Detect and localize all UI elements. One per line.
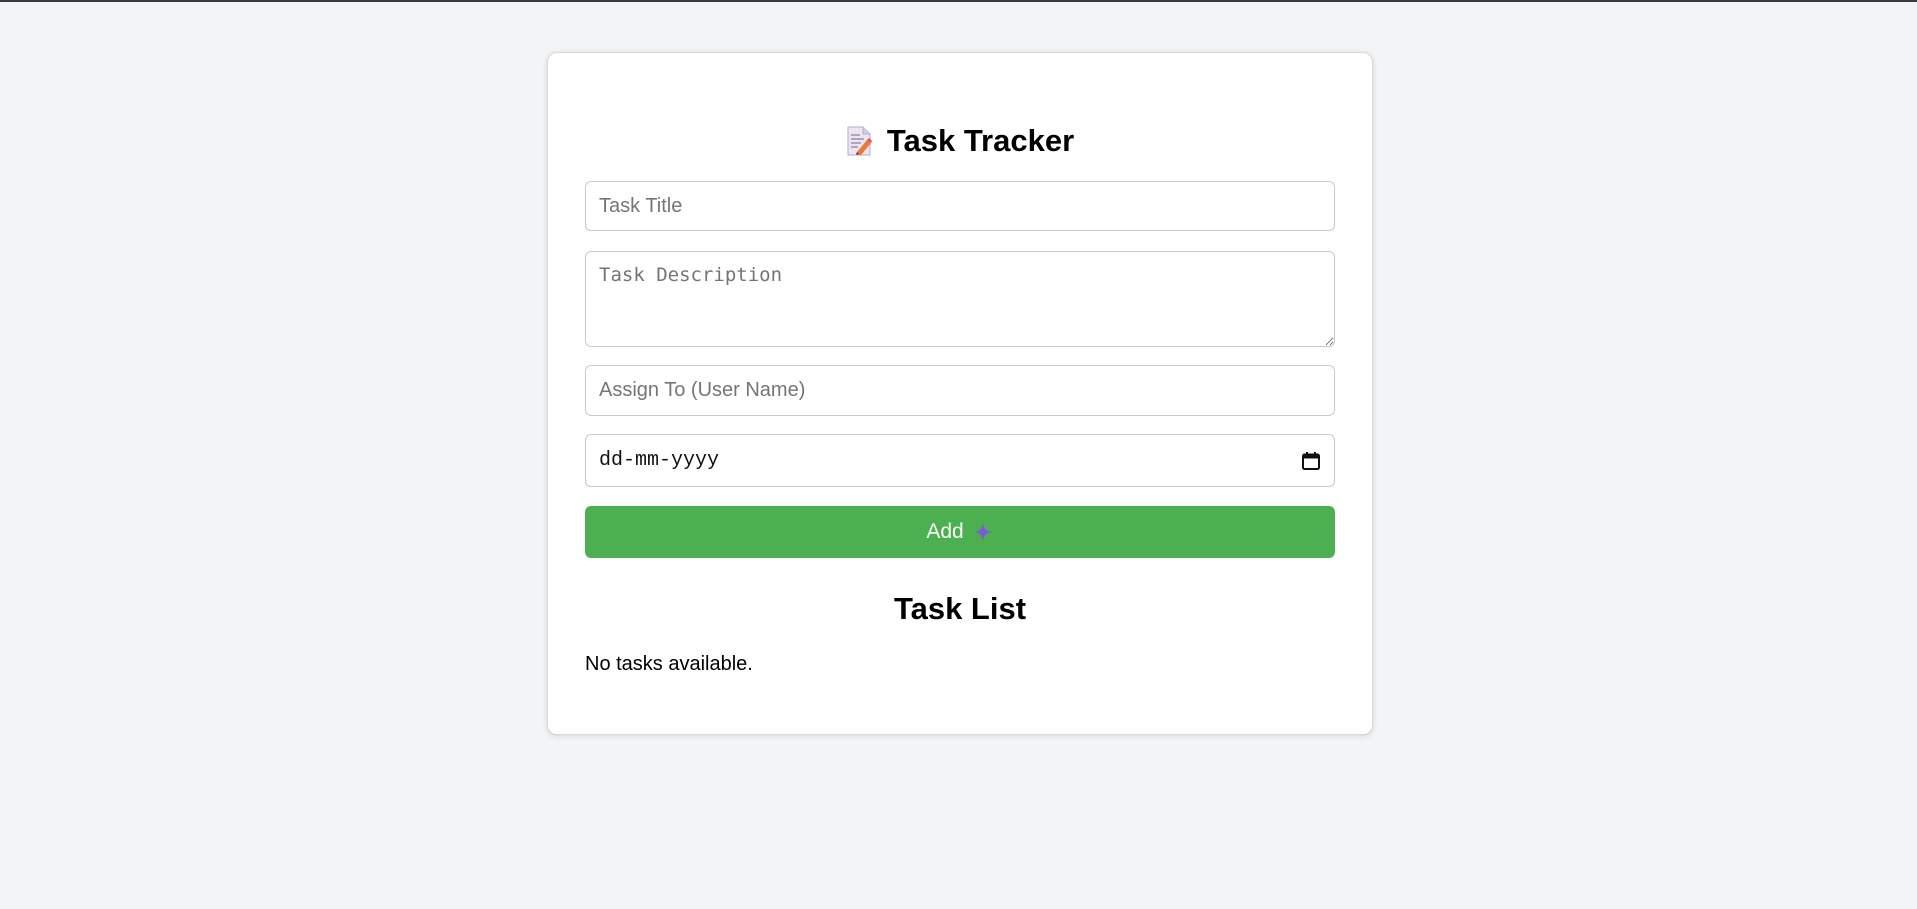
task-tracker-card: Task Tracker dd-mm-yyyy Add Task List No… xyxy=(547,52,1373,735)
task-title-input[interactable] xyxy=(585,181,1335,231)
app-header: Task Tracker xyxy=(548,117,1372,165)
empty-state-message: No tasks available. xyxy=(585,653,753,675)
assignee-input[interactable] xyxy=(585,365,1335,416)
memo-icon xyxy=(846,126,872,156)
task-description-textarea[interactable] xyxy=(585,251,1335,347)
due-date-input[interactable]: dd-mm-yyyy xyxy=(585,434,1335,487)
add-task-button[interactable]: Add xyxy=(585,506,1335,558)
app-title: Task Tracker xyxy=(886,123,1075,158)
plus-icon xyxy=(972,521,994,543)
add-button-label: Add xyxy=(926,520,964,543)
date-placeholder: dd-mm-yyyy xyxy=(599,449,720,472)
task-list-heading: Task List xyxy=(893,591,1027,626)
window-top-border xyxy=(0,0,1917,2)
calendar-icon[interactable] xyxy=(1301,451,1321,471)
